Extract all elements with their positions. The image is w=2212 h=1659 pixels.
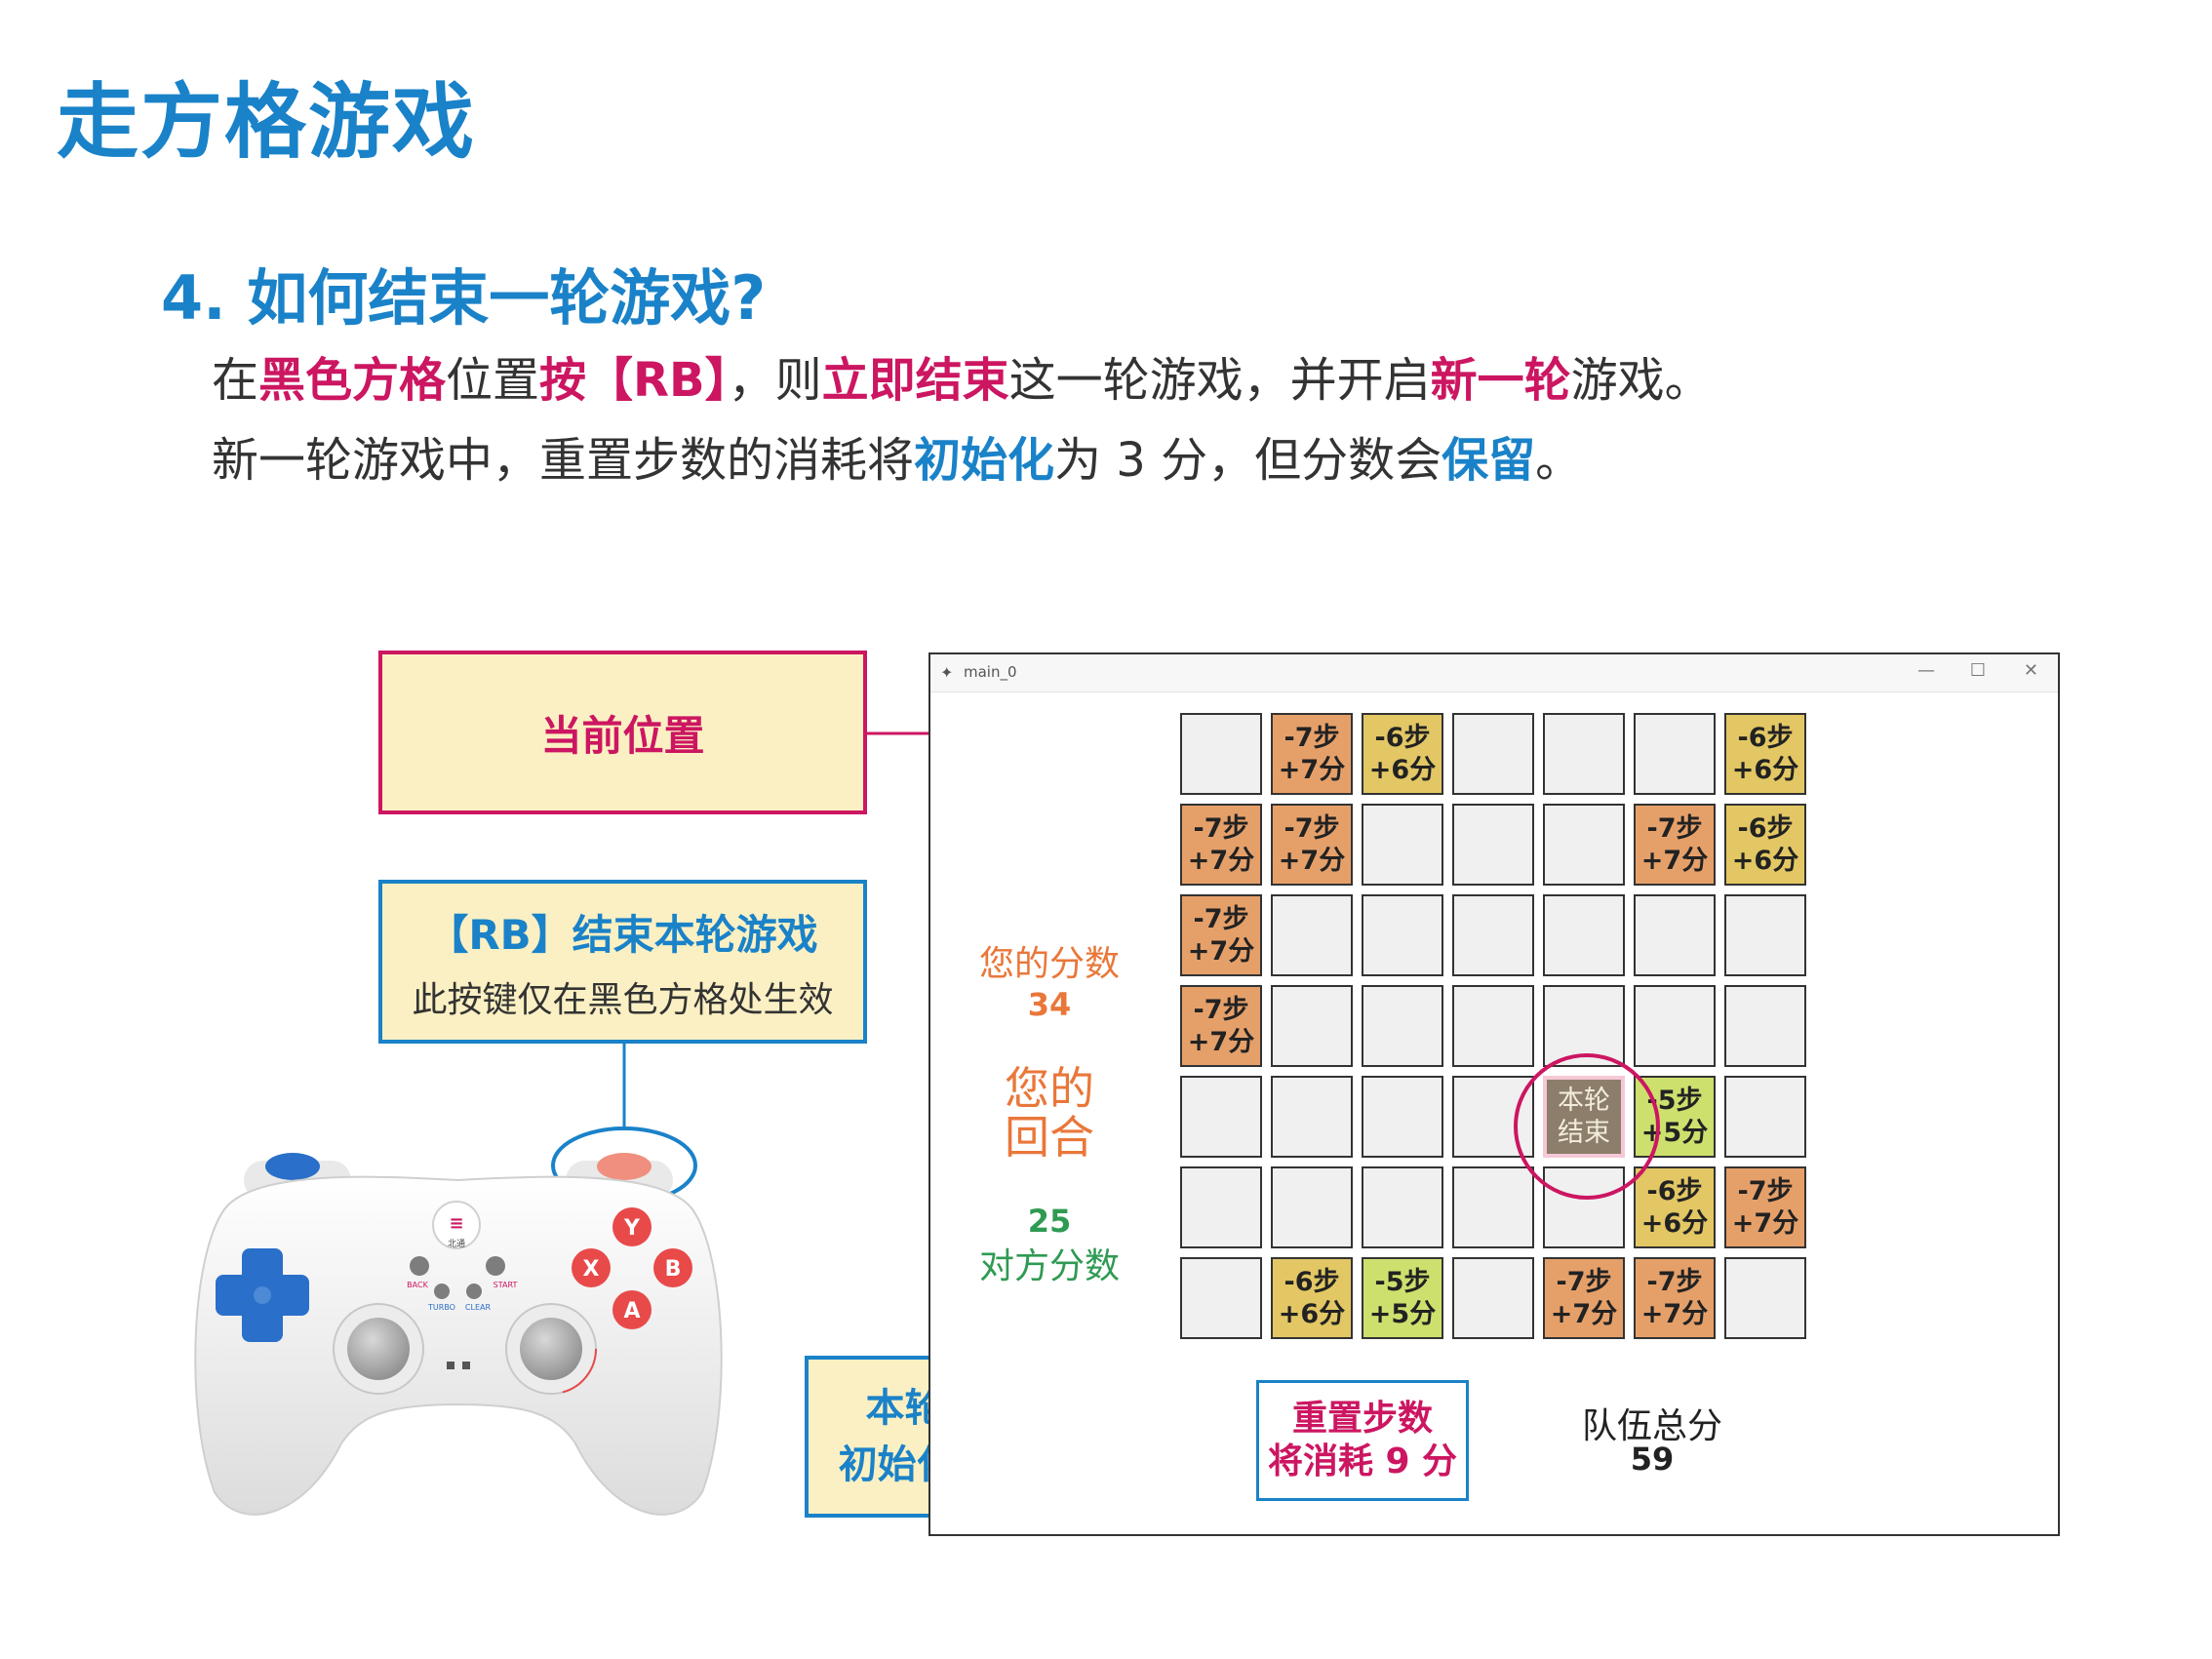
reset-steps-line-1: 重置步数 <box>1291 1399 1433 1439</box>
rb-end-round-callout: 【RB】结束本轮游戏 此按键仅在黑色方格处生效 <box>378 880 867 1044</box>
reset-steps-button[interactable]: 重置步数 将消耗 9 分 <box>1256 1380 1469 1501</box>
reset-steps-line-2: 将消耗 9 分 <box>1267 1442 1458 1481</box>
rb-callout-title: 【RB】结束本轮游戏 <box>427 910 818 959</box>
turbo-button[interactable] <box>434 1284 450 1299</box>
my-score-label: 您的分数 <box>978 944 1120 984</box>
rb-callout-subtitle: 此按键仅在黑色方格处生效 <box>412 979 834 1020</box>
left-stick[interactable] <box>333 1303 424 1395</box>
turn-indicator-line-1: 您的 <box>1005 1062 1094 1115</box>
brand-logo-text: 北通 <box>448 1239 465 1249</box>
brand-mark-icon: ≡ <box>449 1213 463 1234</box>
y-button[interactable]: Y <box>612 1207 652 1246</box>
right-stick[interactable] <box>505 1303 597 1395</box>
start-label: START <box>494 1281 518 1289</box>
back-button[interactable] <box>410 1256 429 1276</box>
lb-button[interactable] <box>265 1153 320 1180</box>
x-button[interactable]: X <box>572 1248 611 1287</box>
svg-text:B: B <box>665 1257 682 1282</box>
current-position-label: 当前位置 <box>540 711 705 760</box>
svg-text:Y: Y <box>623 1216 641 1241</box>
clear-button[interactable] <box>466 1284 482 1299</box>
svg-text:X: X <box>583 1257 600 1282</box>
opponent-score-label: 对方分数 <box>978 1246 1120 1286</box>
turbo-label: TURBO <box>427 1303 455 1312</box>
back-label: BACK <box>407 1281 428 1289</box>
svg-text:A: A <box>623 1299 640 1323</box>
my-score-value: 34 <box>1027 986 1072 1023</box>
gamepad-image: 北通 ≡ BACK START TURBO CLEAR Y X B A <box>194 1153 723 1516</box>
a-button[interactable]: A <box>612 1290 652 1329</box>
start-button[interactable] <box>486 1256 505 1276</box>
current-position-callout: 当前位置 <box>378 651 867 814</box>
clear-label: CLEAR <box>465 1303 492 1312</box>
game-window: ✦ main_0 — ☐ ✕ -7步 +7分 -6步 +6分 -6步 +6分 -7步 +7分 -… <box>928 652 2060 1536</box>
turn-indicator-line-2: 回合 <box>1005 1111 1094 1164</box>
team-score-value: 59 <box>1630 1441 1675 1478</box>
b-button[interactable]: B <box>653 1248 692 1287</box>
rb-button[interactable] <box>597 1153 652 1180</box>
opponent-score-value: 25 <box>1027 1203 1072 1240</box>
